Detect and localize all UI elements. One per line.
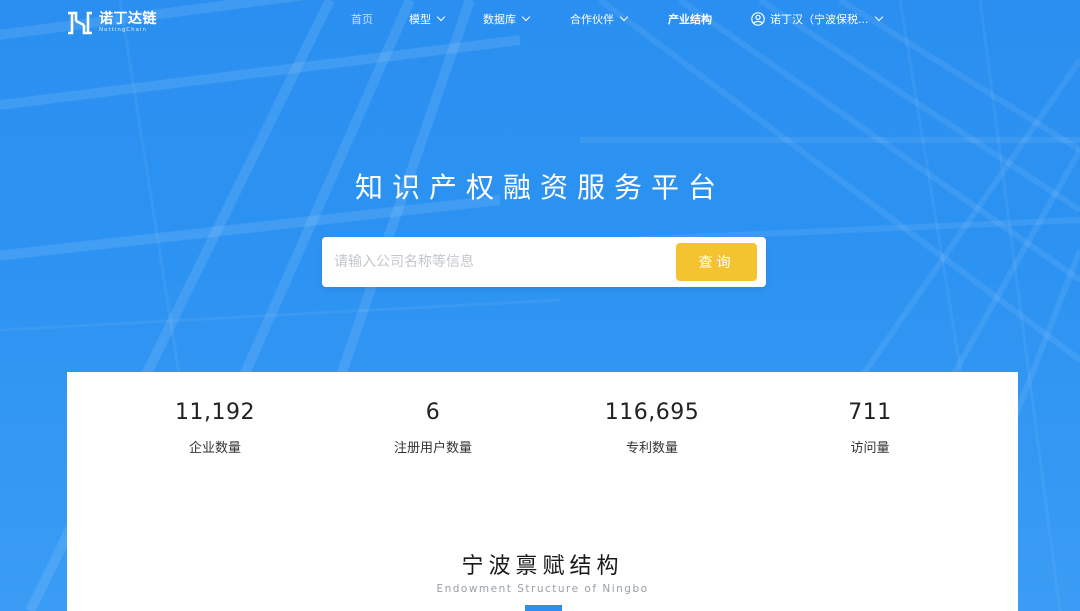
section-title: 宁波禀赋结构 [461,554,624,579]
stat-label: 专利数量 [625,441,678,456]
user-menu[interactable]: 诺丁汉（宁波保税... [751,10,883,28]
brand-name-en: NottingChain [99,27,148,34]
chevron-down-icon [874,12,883,22]
stat-patent-count: 116,695 专利数量 [552,400,752,456]
stat-value: 6 [425,400,441,425]
stat-value: 116,695 [604,400,700,425]
stat-registered-users: 6 注册用户数量 [333,400,533,456]
nav-item-industry-structure[interactable]: 产业结构 [668,10,712,28]
stat-value: 711 [848,400,892,425]
nav-item-label: 首页 [351,13,373,26]
logo-mark-icon [68,11,92,35]
chevron-down-icon [436,12,446,22]
nav-item-label: 数据库 [483,13,516,26]
nav-item-partners[interactable]: 合作伙伴 [570,10,629,28]
stat-label: 访问量 [850,441,890,456]
stat-label: 企业数量 [188,441,241,456]
search-button[interactable]: 查询 [676,243,757,281]
page-title: 知识产权融资服务平台 [354,171,725,204]
nav-item-home[interactable]: 首页 [351,10,373,28]
stat-enterprise-count: 11,192 企业数量 [115,400,315,456]
chevron-down-icon [521,12,531,22]
nav-item-label: 合作伙伴 [570,13,614,26]
search-input[interactable] [334,246,674,278]
user-circle-icon [751,12,765,26]
stat-label: 注册用户数量 [393,441,472,456]
section-underline [525,605,562,611]
stat-value: 11,192 [175,400,255,425]
nav-item-label: 模型 [409,13,431,26]
chevron-down-icon [619,12,629,22]
user-name: 诺丁汉（宁波保税... [770,13,869,26]
stat-visits: 711 访问量 [770,400,970,456]
nav-item-label: 产业结构 [668,13,712,26]
section-subtitle: Endowment Structure of Ningbo [436,583,649,595]
brand-logo[interactable]: 诺丁达链 NottingChain [66,9,166,37]
brand-name: 诺丁达链 [99,11,157,28]
nav-item-model[interactable]: 模型 [409,10,446,28]
stats-panel: 11,192 企业数量 6 注册用户数量 116,695 专利数量 711 访问… [67,372,1018,611]
top-navigation: 诺丁达链 NottingChain 首页 模型 数据库 合作伙伴 产业结构 诺丁… [0,0,1080,40]
nav-item-database[interactable]: 数据库 [483,10,531,28]
